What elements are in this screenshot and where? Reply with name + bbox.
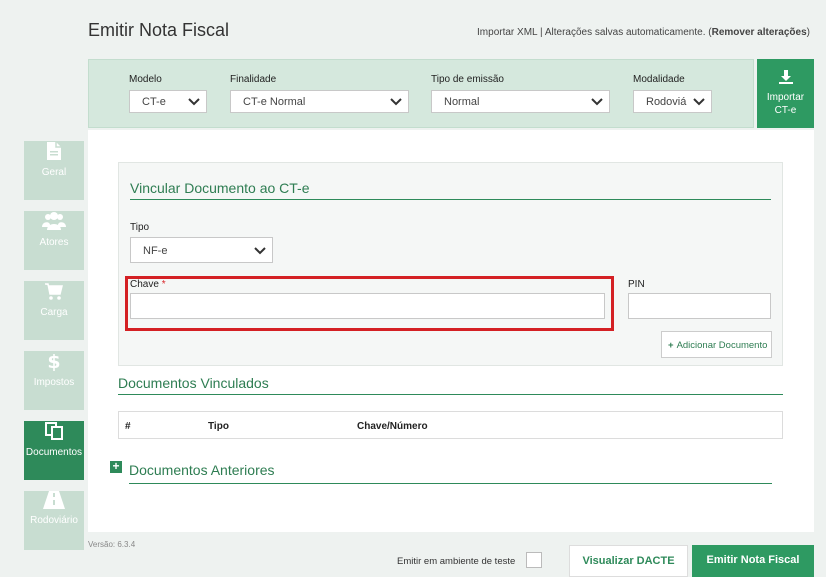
chevron-down-icon	[591, 98, 603, 106]
import-button-line1: Importar	[766, 92, 805, 103]
sidebar-item-label: Carga	[40, 307, 68, 318]
config-bar: Modelo CT-e Finalidade CT-e Normal Tipo …	[88, 59, 754, 128]
autosave-text: Alterações salvas automaticamente. (	[544, 27, 712, 38]
sidebar-item-label: Impostos	[33, 377, 75, 388]
column-header: Chave/Número	[357, 421, 428, 432]
sidebar-item-documentos[interactable]: Documentos	[24, 421, 84, 480]
view-dacte-button[interactable]: Visualizar DACTE	[569, 545, 688, 577]
modelo-select[interactable]: CT-e	[129, 90, 207, 113]
version-label: Versão: 6.3.4	[88, 540, 136, 549]
modelo-value: CT-e	[142, 96, 166, 108]
divider	[129, 483, 772, 484]
anteriores-title[interactable]: Documentos Anteriores	[129, 462, 275, 478]
divider	[118, 394, 783, 395]
column-header: Tipo	[208, 421, 229, 432]
import-cte-button[interactable]: Importar CT-e	[757, 59, 814, 128]
autosave-close-paren: )	[806, 27, 810, 38]
modalidade-value: Rodoviá	[646, 96, 687, 108]
modalidade-label: Modalidade	[633, 74, 685, 85]
document-icon	[47, 142, 61, 160]
sidebar-item-label: Rodoviário	[30, 515, 78, 526]
modelo-label: Modelo	[129, 74, 162, 85]
pin-label: PIN	[628, 279, 645, 290]
test-env-label: Emitir em ambiente de teste	[397, 556, 516, 567]
header-separator: |	[537, 27, 545, 38]
modelo-field: Modelo CT-e	[129, 74, 207, 113]
tipo-emissao-field: Tipo de emissão Normal	[431, 74, 610, 113]
chevron-down-icon	[188, 98, 200, 106]
finalidade-value: CT-e Normal	[243, 96, 306, 108]
remove-changes-link[interactable]: Remover alterações	[712, 27, 807, 38]
expand-plus-icon[interactable]: +	[110, 460, 122, 473]
divider	[130, 199, 771, 200]
cart-icon	[45, 283, 63, 300]
users-icon	[42, 212, 66, 230]
test-env-checkbox[interactable]	[526, 552, 542, 568]
finalidade-field: Finalidade CT-e Normal	[230, 74, 409, 113]
svg-text:$: $	[47, 351, 60, 371]
sidebar-item-rodoviario[interactable]: Rodoviário	[24, 491, 84, 550]
sidebar-item-geral[interactable]: Geral	[24, 141, 84, 200]
sidebar-item-label: Atores	[39, 237, 69, 248]
chevron-down-icon	[693, 98, 705, 106]
plus-icon: +	[668, 340, 674, 351]
tipo-label: Tipo	[130, 222, 150, 233]
add-document-button[interactable]: + Adicionar Documento	[661, 331, 772, 358]
sidebar-item-impostos[interactable]: $ Impostos	[24, 351, 84, 410]
page-title: Emitir Nota Fiscal	[88, 20, 230, 40]
sidebar-item-label: Geral	[41, 167, 67, 178]
dollar-icon: $	[47, 351, 60, 371]
modalidade-field: Modalidade Rodoviá	[633, 74, 712, 113]
tipo-value: NF-e	[143, 245, 168, 257]
chevron-down-icon	[390, 98, 402, 106]
table-header: # Tipo Chave/Número	[118, 411, 783, 439]
pin-input[interactable]	[628, 293, 771, 319]
chave-highlight-box	[125, 276, 614, 331]
tipo-emissao-value: Normal	[444, 96, 480, 108]
finalidade-select[interactable]: CT-e Normal	[230, 90, 409, 113]
emit-button[interactable]: Emitir Nota Fiscal	[692, 545, 814, 577]
sidebar-item-label: Documentos	[25, 447, 83, 458]
modalidade-select[interactable]: Rodoviá	[633, 90, 712, 113]
road-icon	[43, 491, 65, 509]
header-actions: Importar XML | Alterações salvas automat…	[477, 27, 810, 38]
documents-icon	[45, 422, 63, 440]
vincular-title: Vincular Documento ao CT-e	[130, 180, 310, 196]
sidebar-item-atores[interactable]: Atores	[24, 211, 84, 270]
sidebar-item-carga[interactable]: Carga	[24, 281, 84, 340]
tipo-select[interactable]: NF-e	[130, 237, 273, 263]
download-icon	[778, 70, 793, 84]
column-header: #	[125, 421, 131, 432]
import-button-line2: CT-e	[774, 105, 797, 116]
sidebar: Geral Atores Carga $ Impostos Documentos…	[24, 130, 84, 552]
vincular-card: Vincular Documento ao CT-e Tipo NF-e Cha…	[118, 162, 783, 366]
vinculados-title: Documentos Vinculados	[118, 375, 269, 391]
add-document-label: Adicionar Documento	[676, 340, 768, 351]
import-xml-link[interactable]: Importar XML	[477, 27, 537, 38]
finalidade-label: Finalidade	[230, 74, 277, 85]
tipo-emissao-select[interactable]: Normal	[431, 90, 610, 113]
chevron-down-icon	[254, 247, 266, 255]
tipo-emissao-label: Tipo de emissão	[431, 74, 504, 85]
